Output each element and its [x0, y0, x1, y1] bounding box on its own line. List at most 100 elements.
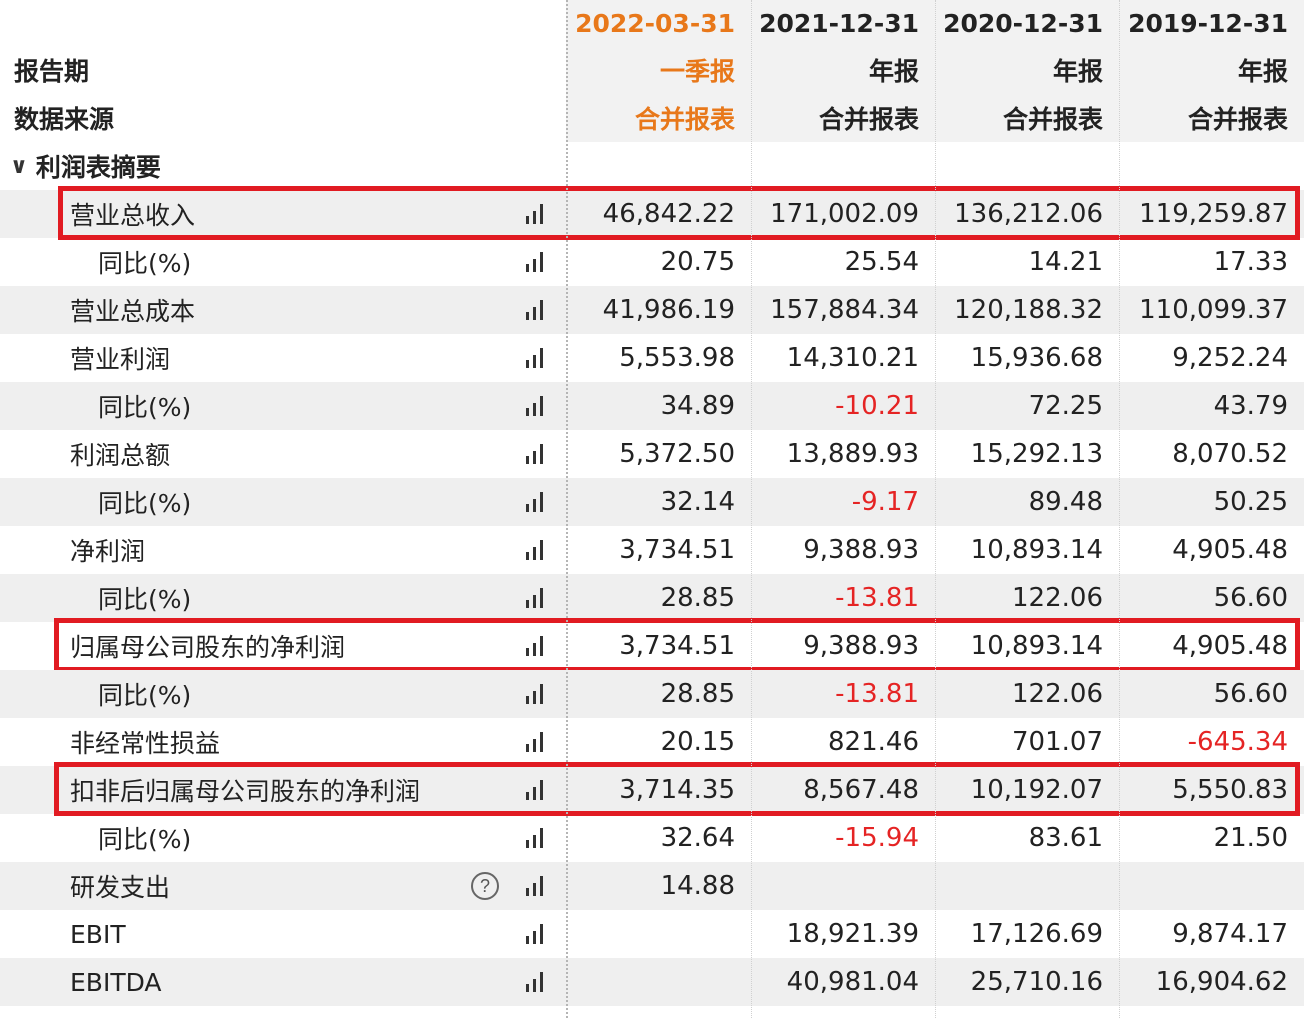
- value-cell: 821.46: [828, 727, 919, 757]
- column-divider: [935, 0, 936, 1018]
- chevron-down-icon: ∨: [10, 153, 28, 179]
- bar-chart-icon[interactable]: [526, 876, 550, 896]
- value-cell: 20.15: [660, 727, 735, 757]
- value-cell: 10,893.14: [970, 535, 1103, 565]
- row-label: 同比(%): [98, 489, 192, 518]
- value-cell: 25.54: [844, 247, 919, 277]
- row-label: EBIT: [70, 919, 126, 949]
- row-label: 研发支出: [70, 873, 171, 902]
- value-cell: 18,921.39: [786, 919, 919, 949]
- report-period-label: 报告期: [14, 57, 90, 86]
- value-cell: 25,710.16: [970, 967, 1103, 997]
- value-cell: 3,734.51: [619, 535, 735, 565]
- value-cell: 122.06: [1012, 583, 1103, 613]
- highlight-box: [54, 618, 1300, 672]
- value-cell: 20.75: [660, 247, 735, 277]
- value-cell: 72.25: [1028, 391, 1103, 421]
- value-cell: 41,986.19: [602, 295, 735, 325]
- bar-chart-icon[interactable]: [526, 492, 550, 512]
- bar-chart-icon[interactable]: [526, 684, 550, 704]
- column-period-3: 年报: [1237, 57, 1288, 86]
- value-cell: 43.79: [1213, 391, 1288, 421]
- column-source-0: 合并报表: [634, 105, 735, 134]
- value-cell: 5,553.98: [619, 343, 735, 373]
- row-label: EBITDA: [70, 967, 162, 997]
- row-label: 利润总额: [70, 441, 171, 470]
- value-cell: 110,099.37: [1139, 295, 1288, 325]
- value-cell: -13.81: [835, 679, 919, 709]
- column-source-1: 合并报表: [818, 105, 919, 134]
- column-date-3[interactable]: 2019-12-31: [1119, 0, 1304, 46]
- value-cell: [1119, 862, 1304, 910]
- value-cell: 15,936.68: [970, 343, 1103, 373]
- value-cell: 14.21: [1028, 247, 1103, 277]
- bar-chart-icon[interactable]: [526, 348, 550, 368]
- value-cell: 8,070.52: [1172, 439, 1288, 469]
- column-source-2: 合并报表: [1002, 105, 1103, 134]
- value-cell: 13,889.93: [786, 439, 919, 469]
- bar-chart-icon[interactable]: [526, 252, 550, 272]
- column-date-1[interactable]: 2021-12-31: [751, 0, 935, 46]
- row-label: 同比(%): [98, 249, 192, 278]
- value-cell: 28.85: [660, 679, 735, 709]
- value-cell: 122.06: [1012, 679, 1103, 709]
- highlight-box: [58, 186, 1300, 240]
- column-period-0: 一季报: [659, 57, 735, 86]
- value-cell: [935, 862, 1119, 910]
- value-cell: 50.25: [1213, 487, 1288, 517]
- value-cell: 32.64: [660, 823, 735, 853]
- value-cell: 21.50: [1213, 823, 1288, 853]
- row-label: 同比(%): [98, 681, 192, 710]
- row-label: 营业利润: [70, 345, 171, 374]
- bar-chart-icon[interactable]: [526, 444, 550, 464]
- bar-chart-icon[interactable]: [526, 396, 550, 416]
- value-cell: 701.07: [1012, 727, 1103, 757]
- value-cell: 32.14: [660, 487, 735, 517]
- value-cell: 56.60: [1213, 679, 1288, 709]
- question-circle-icon[interactable]: ?: [471, 872, 499, 900]
- value-cell: [566, 958, 751, 1006]
- value-cell: 4,905.48: [1172, 535, 1288, 565]
- bar-chart-icon[interactable]: [526, 972, 550, 992]
- value-cell: 17,126.69: [970, 919, 1103, 949]
- section-toggle[interactable]: ∨ 利润表摘要: [10, 142, 550, 190]
- data-source-label: 数据来源: [14, 105, 115, 134]
- value-cell: 15,292.13: [970, 439, 1103, 469]
- value-cell: 34.89: [660, 391, 735, 421]
- value-cell: 28.85: [660, 583, 735, 613]
- value-cell: 40,981.04: [786, 967, 919, 997]
- column-period-2: 年报: [1052, 57, 1103, 86]
- row-label: 同比(%): [98, 393, 192, 422]
- column-date-2[interactable]: 2020-12-31: [935, 0, 1119, 46]
- highlight-box: [54, 762, 1300, 816]
- value-cell: 16,904.62: [1155, 967, 1288, 997]
- value-cell: -9.17: [851, 487, 919, 517]
- bar-chart-icon[interactable]: [526, 540, 550, 560]
- value-cell: 9,874.17: [1172, 919, 1288, 949]
- row-label: 同比(%): [98, 825, 192, 854]
- value-cell: -645.34: [1187, 727, 1288, 757]
- bar-chart-icon[interactable]: [526, 924, 550, 944]
- value-cell: 14,310.21: [786, 343, 919, 373]
- column-period-1: 年报: [868, 57, 919, 86]
- value-cell: 120,188.32: [954, 295, 1103, 325]
- column-divider: [1119, 0, 1120, 1018]
- value-cell: 56.60: [1213, 583, 1288, 613]
- value-cell: -10.21: [835, 391, 919, 421]
- column-date-0[interactable]: 2022-03-31: [566, 0, 751, 46]
- bar-chart-icon[interactable]: [526, 588, 550, 608]
- value-cell: 9,252.24: [1172, 343, 1288, 373]
- bar-chart-icon[interactable]: [526, 300, 550, 320]
- bar-chart-icon[interactable]: [526, 828, 550, 848]
- column-divider: [566, 0, 568, 1018]
- section-title: 利润表摘要: [35, 153, 161, 182]
- column-divider: [751, 0, 752, 1018]
- value-cell: 14.88: [660, 871, 735, 901]
- value-cell: [751, 862, 935, 910]
- value-cell: 89.48: [1028, 487, 1103, 517]
- bar-chart-icon[interactable]: [526, 732, 550, 752]
- value-cell: 83.61: [1028, 823, 1103, 853]
- value-cell: 17.33: [1213, 247, 1288, 277]
- income-statement-table: 报告期数据来源 2022-03-31 一季报合并报表 2021-12-31 年报合并报表…: [0, 0, 1304, 1018]
- row-label: 同比(%): [98, 585, 192, 614]
